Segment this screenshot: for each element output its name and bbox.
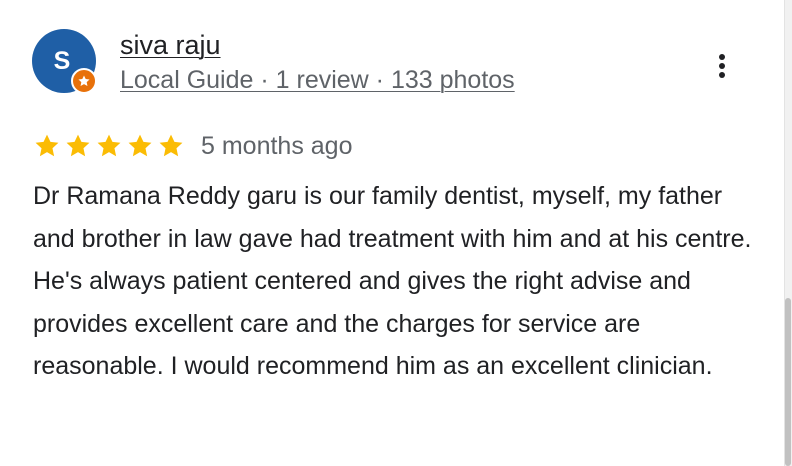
scrollbar-thumb[interactable] bbox=[785, 298, 791, 466]
author-avatar-initial: S bbox=[53, 46, 71, 75]
star-icon bbox=[157, 132, 185, 160]
more-vert-icon bbox=[719, 54, 725, 78]
star-rating bbox=[33, 132, 185, 160]
author-meta-link[interactable]: Local Guide · 1 review · 133 photos bbox=[120, 65, 515, 95]
star-icon bbox=[33, 132, 61, 160]
rating-row: 5 months ago bbox=[33, 130, 353, 162]
author-name-link[interactable]: siva raju bbox=[120, 29, 221, 61]
review-text: Dr Ramana Reddy garu is our family denti… bbox=[33, 182, 752, 380]
local-guide-badge-icon bbox=[71, 68, 97, 94]
star-icon bbox=[95, 132, 123, 160]
star-icon bbox=[64, 132, 92, 160]
review-card: S siva raju Local Guide · 1 review · 133… bbox=[0, 0, 784, 466]
star-icon bbox=[126, 132, 154, 160]
review-date: 5 months ago bbox=[201, 132, 353, 160]
local-guide-star-icon bbox=[78, 75, 90, 87]
more-options-button[interactable] bbox=[702, 44, 742, 88]
